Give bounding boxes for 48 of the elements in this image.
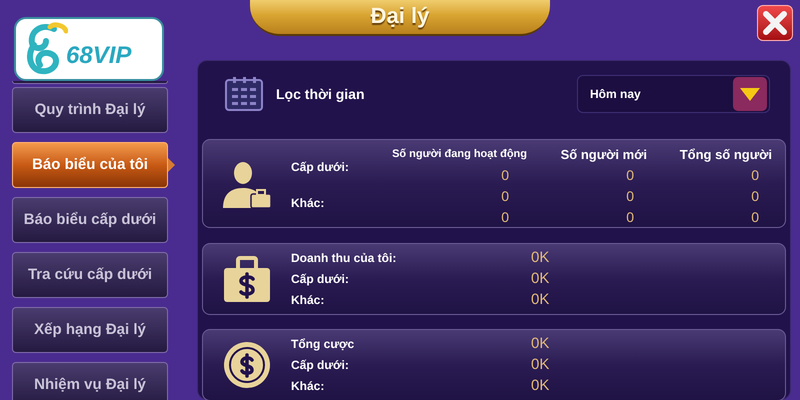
value-text: 0 xyxy=(626,166,634,185)
coin-icon xyxy=(223,341,271,389)
row-label: Cấp dưới: xyxy=(291,357,350,374)
money-bag-icon xyxy=(222,256,272,302)
row-label: Tổng cược xyxy=(291,336,356,353)
close-button[interactable] xyxy=(757,5,793,41)
value-text: 0 xyxy=(751,166,759,185)
value-text: 0 xyxy=(626,187,634,206)
value-text: 0K xyxy=(531,354,550,375)
value-text: 0 xyxy=(751,208,759,227)
row-label: Khác: xyxy=(291,292,326,309)
sidebar-tab[interactable]: Quy trình Đại lý xyxy=(12,87,168,133)
value-text: 0 xyxy=(501,208,509,227)
sidebar-tab[interactable]: Báo biểu của tôi xyxy=(12,142,168,188)
window-title: Đại lý xyxy=(250,0,550,36)
close-icon xyxy=(762,10,788,36)
filter-label: Lọc thời gian xyxy=(276,84,365,104)
column-header: Số người mới xyxy=(560,146,647,163)
row-label: Doanh thu của tôi: xyxy=(291,250,398,267)
time-dropdown[interactable]: Hôm nay xyxy=(577,75,770,113)
pointer-icon xyxy=(168,158,175,172)
value-text: 0K xyxy=(531,248,550,268)
logo-text: 68VIP xyxy=(66,41,132,71)
caret-icon xyxy=(740,88,760,100)
dropdown-caret-button[interactable] xyxy=(733,77,767,111)
sidebar-tab[interactable]: Xếp hạng Đại lý xyxy=(12,307,168,353)
row-label: Khác: xyxy=(291,378,326,395)
sidebar-button[interactable] xyxy=(12,81,168,84)
dropdown-value: Hôm nay xyxy=(590,86,641,103)
value-text: 0 xyxy=(626,208,634,227)
value-text: 0 xyxy=(501,187,509,206)
value-text: 0K xyxy=(531,334,550,354)
row-label: Khác: xyxy=(291,195,326,212)
person-briefcase-icon xyxy=(221,160,273,208)
swirl-logo-icon xyxy=(24,21,68,77)
value-text: 0 xyxy=(751,187,759,206)
sidebar-tab[interactable]: Nhiệm vụ Đại lý xyxy=(12,362,168,400)
value-text: 0K xyxy=(531,268,550,289)
column-header: Số người đang hoạt động xyxy=(392,147,527,162)
sidebar-tab[interactable]: Tra cứu cấp dưới xyxy=(12,252,168,298)
value-text: 0K xyxy=(531,376,550,396)
column-header: Tổng số người xyxy=(680,146,772,163)
row-label: Cấp dưới: xyxy=(291,271,350,288)
calendar-icon xyxy=(224,76,264,112)
value-text: 0K xyxy=(531,290,550,310)
value-text: 0 xyxy=(501,166,509,185)
sidebar-tab[interactable]: Báo biểu cấp dưới xyxy=(12,197,168,243)
row-label: Cấp dưới: xyxy=(291,159,350,176)
